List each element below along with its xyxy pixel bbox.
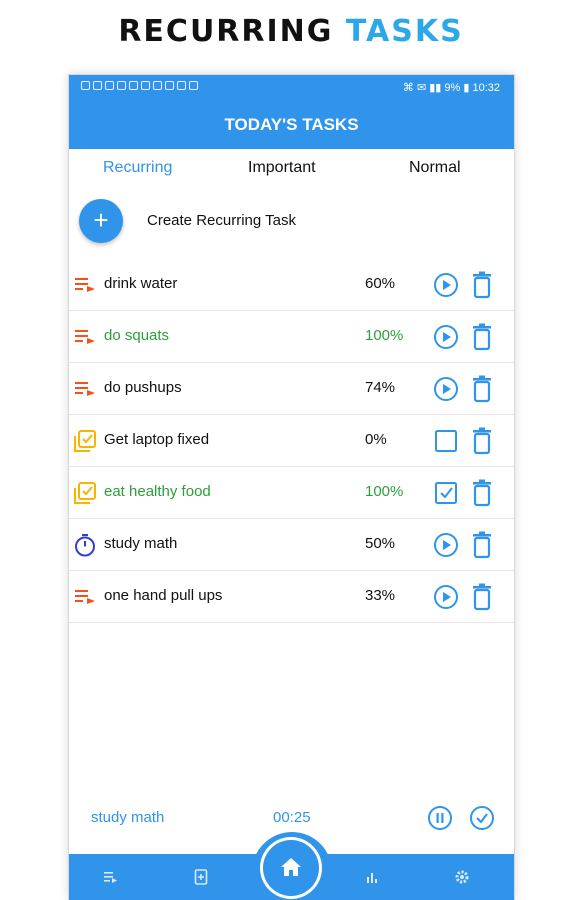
task-row[interactable]: one hand pull ups 33% (69, 571, 514, 623)
complete-check-icon[interactable] (469, 805, 495, 831)
plus-icon: + (93, 205, 109, 235)
notification-icon (153, 81, 162, 90)
list-icon[interactable] (102, 868, 120, 886)
notification-icon (189, 81, 198, 90)
task-row[interactable]: Get laptop fixed 0% (69, 415, 514, 467)
create-task-label: Create Recurring Task (147, 212, 296, 229)
trash-icon[interactable] (470, 427, 494, 455)
task-row[interactable]: do squats 100% (69, 311, 514, 363)
play-icon[interactable] (433, 324, 459, 350)
notification-icon (93, 81, 102, 90)
play-icon[interactable] (433, 532, 459, 558)
gear-icon[interactable] (453, 868, 471, 886)
task-name: Get laptop fixed (104, 431, 210, 448)
tab-normal[interactable]: Normal (409, 159, 461, 177)
notification-icon (105, 81, 114, 90)
notification-icon (177, 81, 186, 90)
banner-title: RECURRING TASKS (0, 14, 582, 49)
player-task-name: study math (91, 809, 165, 826)
checklist-icon (74, 482, 96, 504)
stopwatch-icon (75, 534, 95, 557)
task-name: study math (104, 535, 178, 552)
task-percent: 74% (365, 379, 396, 396)
trash-icon[interactable] (470, 479, 494, 507)
recurring-list-icon (75, 330, 95, 344)
phone-screen: ⌘ ✉ ▮▮ 9% ▮ 10:32 TODAY'S TASKS Recurrin… (69, 75, 514, 900)
checkbox-checked-icon[interactable] (433, 480, 459, 506)
task-name: one hand pull ups (104, 587, 223, 604)
notification-icon (129, 81, 138, 90)
tab-important[interactable]: Important (248, 159, 316, 177)
home-icon (281, 858, 301, 876)
recurring-list-icon (75, 382, 95, 396)
trash-icon[interactable] (470, 323, 494, 351)
create-task-row[interactable]: + Create Recurring Task (69, 199, 514, 245)
checklist-icon (74, 430, 96, 452)
tab-recurring[interactable]: Recurring (103, 159, 172, 177)
task-name: do squats (104, 327, 170, 344)
task-percent: 100% (365, 483, 404, 500)
task-name: eat healthy food (104, 483, 211, 500)
task-percent: 33% (365, 587, 396, 604)
notification-icons (81, 81, 198, 90)
play-icon[interactable] (433, 584, 459, 610)
play-icon[interactable] (433, 376, 459, 402)
document-icon[interactable] (192, 868, 210, 886)
status-bar: ⌘ ✉ ▮▮ 9% ▮ 10:32 (69, 75, 514, 101)
add-task-button[interactable]: + (79, 199, 123, 243)
task-percent: 0% (365, 431, 387, 448)
banner-word-1: RECURRING (118, 14, 334, 49)
task-name: drink water (104, 275, 178, 292)
task-row[interactable]: do pushups 74% (69, 363, 514, 415)
trash-icon[interactable] (470, 375, 494, 403)
banner-word-2: TASKS (345, 14, 464, 49)
task-name: do pushups (104, 379, 182, 396)
task-list: drink water 60% do squats 100% do pushup… (69, 259, 514, 623)
notification-icon (81, 81, 90, 90)
checkbox-empty-icon[interactable] (433, 428, 459, 454)
notification-icon (141, 81, 150, 90)
notification-icon (165, 81, 174, 90)
trash-icon[interactable] (470, 531, 494, 559)
bar-chart-icon[interactable] (363, 868, 381, 886)
play-icon[interactable] (433, 272, 459, 298)
notification-icon (117, 81, 126, 90)
player-time: 00:25 (273, 809, 311, 826)
task-percent: 100% (365, 327, 404, 344)
trash-icon[interactable] (470, 271, 494, 299)
task-row[interactable]: eat healthy food 100% (69, 467, 514, 519)
recurring-list-icon (75, 590, 95, 604)
app-bar-title: TODAY'S TASKS (69, 101, 514, 149)
home-button[interactable] (260, 837, 322, 899)
task-percent: 50% (365, 535, 396, 552)
tab-bar: Recurring Important Normal (69, 149, 514, 189)
task-percent: 60% (365, 275, 396, 292)
task-row[interactable]: drink water 60% (69, 259, 514, 311)
task-row[interactable]: study math 50% (69, 519, 514, 571)
status-right: ⌘ ✉ ▮▮ 9% ▮ 10:32 (402, 82, 500, 94)
trash-icon[interactable] (470, 583, 494, 611)
pause-icon[interactable] (427, 805, 453, 831)
recurring-list-icon (75, 278, 95, 292)
